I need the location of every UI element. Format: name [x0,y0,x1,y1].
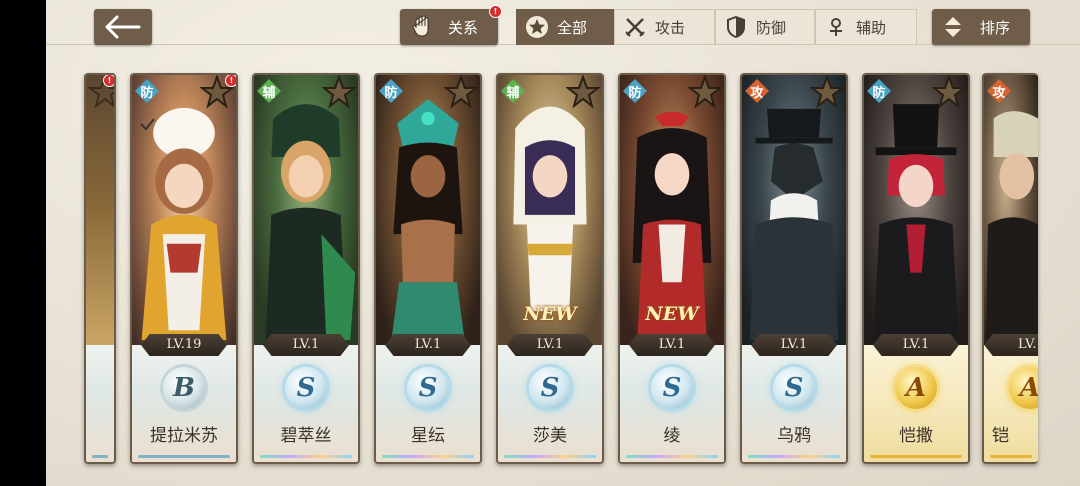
character-card[interactable]: 防 NEW LV.1 S 绫 [618,73,726,464]
star-circle-icon [525,15,549,39]
tab-all[interactable]: 全部 [516,9,614,45]
back-arrow-icon [105,15,141,39]
role-filter-bar: 全部 攻击 防御 辅助 [516,9,917,45]
star-icon [688,75,722,109]
character-card-partial[interactable]: 攻 LV. A 铠 [982,73,1038,464]
new-tag: NEW [523,303,577,325]
tab-defense[interactable]: 防御 [715,9,815,45]
rank-badge: B [163,367,205,409]
character-name: 星纭 [411,426,445,446]
character-card[interactable]: 攻 LV.1 S 乌鸦 [740,73,848,464]
back-button[interactable] [94,9,152,45]
rank-badge: S [285,367,327,409]
character-name: 绫 [663,426,681,446]
relation-notification-badge: ! [489,5,502,18]
sort-arrows-icon [945,17,961,37]
character-portrait [86,75,114,345]
hand-icon [412,15,429,37]
character-portrait [254,75,358,345]
level-label: LV.1 [507,334,593,356]
tab-attack-label: 攻击 [655,18,686,37]
rank-badge: S [651,367,693,409]
new-tag: NEW [645,303,699,325]
relation-label: 关系 [448,18,479,37]
character-name: 铠 [992,426,1009,446]
relation-button[interactable]: 关系 ! [400,5,502,45]
rank-badge: S [529,367,571,409]
character-portrait [376,75,480,345]
character-card[interactable]: 防 LV.1 S 星纭 [374,73,482,464]
level-label: LV.1 [629,334,715,356]
character-portrait [864,75,968,345]
tab-defense-label: 防御 [756,18,787,37]
level-label: LV.1 [751,334,837,356]
star-icon [322,75,356,109]
star-icon [566,75,600,109]
crossed-swords-icon [623,15,647,39]
character-card[interactable]: 辅 LV.1 S 碧萃丝 [252,73,360,464]
shield-icon [724,15,748,39]
star-icon [810,75,844,109]
level-label: LV.1 [873,334,959,356]
card-notification-badge: ! [103,75,114,87]
tab-support-label: 辅助 [856,18,887,37]
character-name: 提拉米苏 [150,426,218,446]
rank-badge: S [407,367,449,409]
character-portrait [984,75,1038,345]
sort-button[interactable]: 排序 [932,9,1030,45]
level-label: LV.19 [141,334,227,356]
star-icon [932,75,966,109]
character-name: 乌鸦 [777,426,811,446]
character-list-screen: 关系 ! 全部 攻击 防御 辅助 排序 ! 防 ! LV.19 B 提拉米苏 辅… [46,0,1080,486]
tab-support[interactable]: 辅助 [815,9,917,45]
star-icon [444,75,478,109]
rank-badge: A [895,367,937,409]
rank-badge: S [773,367,815,409]
check-icon [140,118,155,131]
character-card-partial[interactable]: ! [84,73,116,464]
support-icon [824,15,848,39]
card-notification-badge: ! [225,75,236,87]
character-card[interactable]: 辅 NEW LV.1 S 莎美 [496,73,604,464]
character-name: 碧萃丝 [280,426,332,446]
character-portrait [742,75,846,345]
character-name: 莎美 [533,426,567,446]
level-label: LV.1 [263,334,349,356]
character-card[interactable]: 防 ! LV.19 B 提拉米苏 [130,73,238,464]
tab-attack[interactable]: 攻击 [614,9,715,45]
character-name: 恺撒 [899,426,933,446]
level-label: LV. [984,334,1038,356]
level-label: LV.1 [385,334,471,356]
tab-all-label: 全部 [557,18,588,37]
sort-label: 排序 [980,18,1011,37]
character-card[interactable]: 防 LV.1 A 恺撒 [862,73,970,464]
